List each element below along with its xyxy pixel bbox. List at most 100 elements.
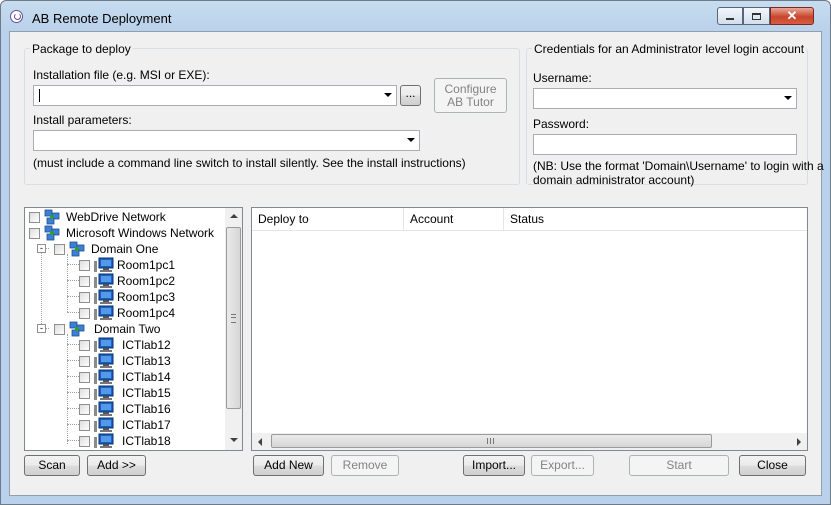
- computer-icon: [94, 417, 114, 433]
- minimize-icon: [726, 18, 734, 20]
- install-params-note: (must include a command line switch to i…: [33, 156, 466, 170]
- password-input[interactable]: [533, 134, 797, 155]
- tree-checkbox[interactable]: [79, 435, 90, 447]
- column-header-status[interactable]: Status: [504, 208, 807, 230]
- tree-item-domain[interactable]: Domain Two: [54, 321, 160, 337]
- text-caret: [39, 89, 40, 102]
- tree-item-computer[interactable]: ICTlab14: [79, 369, 171, 385]
- remove-button[interactable]: Remove: [331, 455, 399, 476]
- domain-icon: [69, 321, 85, 337]
- scan-button[interactable]: Scan: [24, 455, 80, 476]
- tree-item-network[interactable]: Microsoft Windows Network: [29, 225, 214, 241]
- tree-line: [67, 360, 79, 361]
- tree-item-computer[interactable]: Room1pc4: [79, 305, 175, 321]
- column-header-deploy-to[interactable]: Deploy to: [252, 208, 404, 230]
- tree-checkbox[interactable]: [29, 211, 40, 223]
- tree-checkbox[interactable]: [54, 243, 65, 255]
- scroll-right-icon[interactable]: [797, 438, 801, 446]
- column-header-account[interactable]: Account: [404, 208, 504, 230]
- maximize-icon: [752, 12, 761, 20]
- tree-vertical-scrollbar[interactable]: [225, 208, 242, 450]
- tree-line: [67, 334, 68, 444]
- grip-icon: [487, 438, 488, 444]
- credentials-legend: Credentials for an Administrator level l…: [532, 42, 807, 56]
- export-button[interactable]: Export...: [531, 455, 594, 476]
- chevron-down-icon[interactable]: [384, 93, 392, 97]
- network-icon: [44, 225, 60, 241]
- computer-icon: [94, 337, 114, 353]
- tree-item-computer[interactable]: ICTlab18: [79, 433, 171, 449]
- credentials-note-line1: (NB: Use the format 'Domain\Username' to…: [533, 159, 824, 173]
- tree-item-label: ICTlab15: [122, 386, 171, 400]
- tree-item-label: Domain One: [91, 242, 159, 256]
- scroll-down-icon[interactable]: [230, 438, 238, 442]
- browse-button[interactable]: ...: [400, 85, 421, 106]
- maximize-button[interactable]: [743, 7, 770, 25]
- network-tree[interactable]: - - WebDrive Network Microsoft Windows N…: [24, 207, 243, 451]
- scroll-up-icon[interactable]: [230, 214, 238, 218]
- configure-ab-tutor-button[interactable]: Configure AB Tutor: [434, 78, 507, 113]
- tree-checkbox[interactable]: [79, 291, 90, 303]
- tree-item-label: Room1pc1: [117, 258, 176, 272]
- expander-domain-one[interactable]: -: [37, 244, 46, 253]
- tree-item-computer[interactable]: ICTlab13: [79, 353, 171, 369]
- tree-item-computer[interactable]: Room1pc1: [79, 257, 175, 273]
- install-file-combo[interactable]: [33, 85, 397, 106]
- add-new-button[interactable]: Add New: [253, 455, 324, 476]
- list-horizontal-scrollbar[interactable]: [252, 433, 807, 450]
- start-button[interactable]: Start: [629, 455, 729, 476]
- tree-checkbox[interactable]: [79, 371, 90, 383]
- import-button[interactable]: Import...: [463, 455, 525, 476]
- tree-checkbox[interactable]: [79, 259, 90, 271]
- tree-checkbox[interactable]: [79, 403, 90, 415]
- chevron-down-icon[interactable]: [784, 96, 792, 100]
- tree-checkbox[interactable]: [79, 307, 90, 319]
- tree-checkbox[interactable]: [54, 323, 65, 335]
- scroll-thumb[interactable]: [271, 434, 712, 448]
- tree-item-computer[interactable]: ICTlab12: [79, 337, 171, 353]
- browse-label: ...: [405, 86, 416, 100]
- tree-checkbox[interactable]: [79, 339, 90, 351]
- username-combo[interactable]: [533, 88, 797, 109]
- deploy-list[interactable]: Deploy to Account Status: [251, 207, 808, 451]
- tree-line: [67, 296, 79, 297]
- tree-checkbox[interactable]: [29, 227, 40, 239]
- tree-item-label: Domain Two: [94, 322, 161, 336]
- chevron-down-icon[interactable]: [407, 138, 415, 142]
- tree-item-label: ICTlab18: [122, 434, 171, 448]
- tree-item-computer[interactable]: Room1pc3: [79, 289, 175, 305]
- credentials-group: Credentials for an Administrator level l…: [526, 42, 824, 187]
- computer-icon: [94, 369, 114, 385]
- install-params-combo[interactable]: [33, 130, 420, 151]
- computer-icon: [94, 305, 114, 321]
- close-window-button[interactable]: ✕: [770, 7, 814, 25]
- computer-icon: [94, 257, 114, 273]
- expander-domain-two[interactable]: -: [37, 324, 46, 333]
- close-button[interactable]: Close: [739, 455, 806, 476]
- title-bar[interactable]: AB Remote Deployment ✕: [1, 1, 830, 31]
- scroll-left-icon[interactable]: [258, 438, 262, 446]
- computer-icon: [94, 385, 114, 401]
- tree-line: [41, 244, 42, 328]
- tree-item-computer[interactable]: ICTlab15: [79, 385, 171, 401]
- tree-item-label: Room1pc2: [117, 274, 176, 288]
- tree-line: [67, 312, 79, 313]
- tree-checkbox[interactable]: [79, 275, 90, 287]
- tree-item-domain[interactable]: Domain One: [54, 241, 158, 257]
- scroll-thumb[interactable]: [226, 227, 241, 409]
- tree-item-computer[interactable]: ICTlab16: [79, 401, 171, 417]
- tree-item-computer[interactable]: Room1pc2: [79, 273, 175, 289]
- minimize-button[interactable]: [717, 7, 743, 25]
- package-group: Package to deploy Installation file (e.g…: [24, 42, 520, 185]
- tree-checkbox[interactable]: [79, 387, 90, 399]
- tree-item-computer[interactable]: ICTlab17: [79, 417, 171, 433]
- package-legend: Package to deploy: [30, 42, 133, 56]
- tree-line: [67, 344, 79, 345]
- tree-line: [67, 264, 79, 265]
- computer-icon: [94, 289, 114, 305]
- add-button[interactable]: Add >>: [87, 455, 146, 476]
- tree-item-network[interactable]: WebDrive Network: [29, 209, 166, 225]
- tree-item-label: ICTlab13: [122, 354, 171, 368]
- tree-checkbox[interactable]: [79, 419, 90, 431]
- tree-checkbox[interactable]: [79, 355, 90, 367]
